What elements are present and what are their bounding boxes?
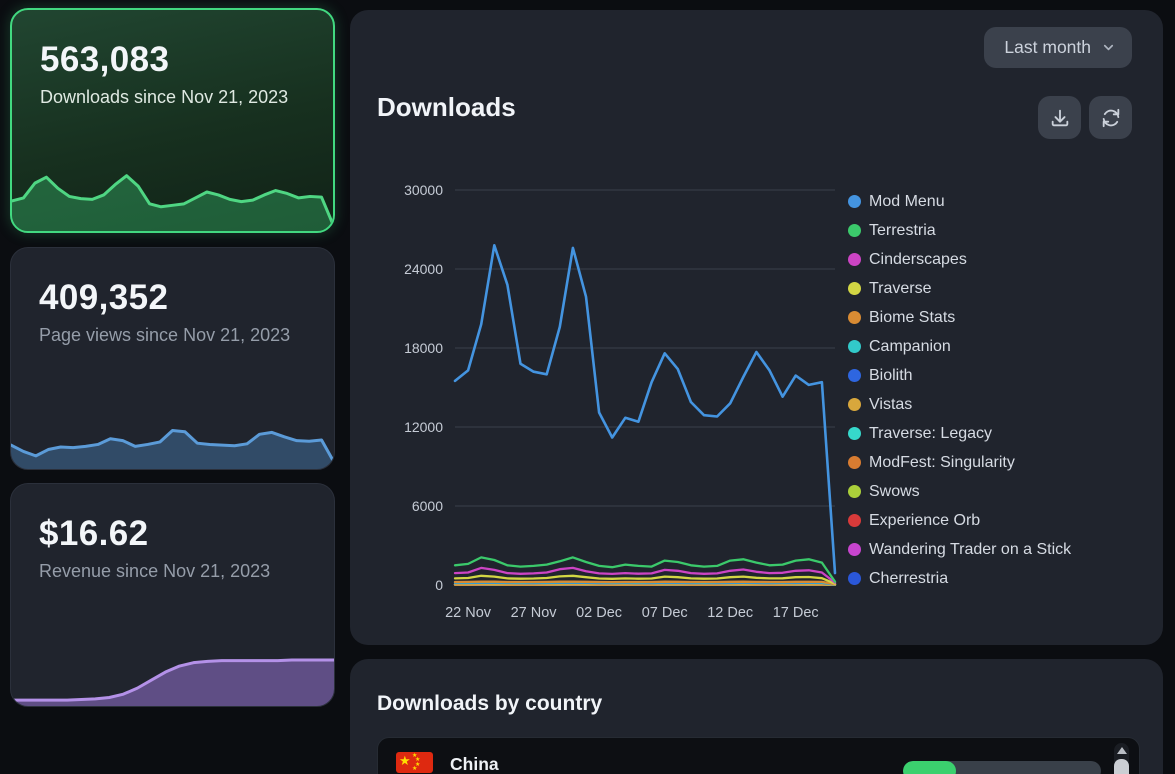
legend-dot — [848, 340, 861, 353]
svg-text:17 Dec: 17 Dec — [773, 605, 819, 621]
legend-label: Traverse: Legacy — [869, 425, 992, 443]
legend-dot — [848, 543, 861, 556]
svg-text:0: 0 — [435, 577, 443, 593]
legend-item-modfest-singularity[interactable]: ModFest: Singularity — [848, 448, 1071, 477]
panel-title-country: Downloads by country — [377, 692, 602, 716]
legend-label: Mod Menu — [869, 193, 945, 211]
scroll-up-button[interactable] — [1114, 743, 1129, 758]
revenue-sparkline — [11, 630, 334, 706]
revenue-total: $16.62 — [39, 514, 306, 554]
legend-dot — [848, 485, 861, 498]
analytics-dashboard: { "cards": [ { "value": "563,083", "labe… — [0, 0, 1175, 774]
legend-dot — [848, 282, 861, 295]
up-arrow-icon — [1117, 747, 1127, 754]
refresh-icon — [1100, 107, 1122, 129]
country-panel: Downloads by country ★ ★ ★ ★ ★ China — [350, 659, 1163, 774]
country-row-china: ★ ★ ★ ★ ★ China — [378, 738, 1139, 774]
svg-text:02 Dec: 02 Dec — [576, 605, 622, 621]
download-icon — [1049, 107, 1071, 129]
svg-text:12 Dec: 12 Dec — [707, 605, 753, 621]
legend-dot — [848, 514, 861, 527]
legend-item-vistas[interactable]: Vistas — [848, 390, 1071, 419]
pageviews-sparkline — [11, 397, 334, 469]
legend-dot — [848, 398, 861, 411]
svg-text:30000: 30000 — [404, 182, 443, 198]
legend-item-experience-orb[interactable]: Experience Orb — [848, 506, 1071, 535]
chart-legend: Mod Menu Terrestria Cinderscapes Traverse Bi… — [848, 187, 1071, 593]
legend-item-mod-menu[interactable]: Mod Menu — [848, 187, 1071, 216]
legend-dot — [848, 195, 861, 208]
svg-text:07 Dec: 07 Dec — [642, 605, 688, 621]
legend-item-swows[interactable]: Swows — [848, 477, 1071, 506]
legend-item-campanion[interactable]: Campanion — [848, 332, 1071, 361]
downloads-stat-card[interactable]: 563,083 Downloads since Nov 21, 2023 — [10, 8, 335, 233]
country-scrollbar[interactable] — [1114, 743, 1129, 774]
legend-label: Campanion — [869, 338, 951, 356]
legend-label: Cinderscapes — [869, 251, 967, 269]
legend-label: Experience Orb — [869, 512, 980, 530]
legend-label: Terrestria — [869, 222, 936, 240]
pageviews-caption: Page views since Nov 21, 2023 — [39, 324, 306, 348]
legend-dot — [848, 572, 861, 585]
panel-title-downloads: Downloads — [377, 92, 516, 123]
date-range-select[interactable]: Last month — [984, 27, 1132, 68]
country-list: ★ ★ ★ ★ ★ China — [377, 737, 1140, 774]
legend-dot — [848, 427, 861, 440]
legend-item-biome-stats[interactable]: Biome Stats — [848, 303, 1071, 332]
legend-dot — [848, 456, 861, 469]
legend-label: ModFest: Singularity — [869, 454, 1015, 472]
legend-item-traverse[interactable]: Traverse — [848, 274, 1071, 303]
legend-item-wandering-trader-on-a-stick[interactable]: Wandering Trader on a Stick — [848, 535, 1071, 564]
legend-label: Cherrestria — [869, 570, 948, 588]
legend-label: Wandering Trader on a Stick — [869, 541, 1071, 559]
chevron-down-icon — [1101, 40, 1116, 55]
country-progress-fill — [903, 761, 956, 774]
pageviews-stat-card[interactable]: 409,352 Page views since Nov 21, 2023 — [10, 247, 335, 470]
legend-dot — [848, 224, 861, 237]
downloads-sparkline — [12, 147, 333, 231]
revenue-caption: Revenue since Nov 21, 2023 — [39, 560, 306, 584]
scrollbar-thumb[interactable] — [1114, 759, 1129, 774]
legend-label: Biolith — [869, 367, 913, 385]
downloads-chart: 0 6000 12000 18000 24000 30000 22 Nov 27 Nov 02 … — [390, 160, 850, 630]
legend-item-cherrestria[interactable]: Cherrestria — [848, 564, 1071, 593]
svg-text:12000: 12000 — [404, 419, 443, 435]
legend-label: Traverse — [869, 280, 932, 298]
svg-text:24000: 24000 — [404, 261, 443, 277]
legend-item-cinderscapes[interactable]: Cinderscapes — [848, 245, 1071, 274]
legend-label: Biome Stats — [869, 309, 955, 327]
export-button[interactable] — [1038, 96, 1081, 139]
downloads-panel: Last month Downloads 0 6000 12000 18000 2400… — [350, 10, 1163, 645]
pageviews-total: 409,352 — [39, 278, 306, 318]
china-flag-icon: ★ ★ ★ ★ ★ — [396, 752, 433, 773]
country-progress-track — [903, 761, 1101, 774]
legend-dot — [848, 311, 861, 324]
revenue-stat-card[interactable]: $16.62 Revenue since Nov 21, 2023 — [10, 483, 335, 707]
legend-item-terrestria[interactable]: Terrestria — [848, 216, 1071, 245]
country-name: China — [450, 754, 499, 774]
downloads-total: 563,083 — [40, 40, 305, 80]
legend-dot — [848, 253, 861, 266]
svg-text:6000: 6000 — [412, 498, 443, 514]
svg-text:22 Nov: 22 Nov — [445, 605, 492, 621]
svg-text:18000: 18000 — [404, 340, 443, 356]
legend-label: Vistas — [869, 396, 912, 414]
legend-label: Swows — [869, 483, 920, 501]
legend-item-traverse-legacy[interactable]: Traverse: Legacy — [848, 419, 1071, 448]
legend-dot — [848, 369, 861, 382]
svg-text:27 Nov: 27 Nov — [511, 605, 558, 621]
downloads-caption: Downloads since Nov 21, 2023 — [40, 86, 305, 110]
date-range-label: Last month — [1004, 37, 1091, 58]
legend-item-biolith[interactable]: Biolith — [848, 361, 1071, 390]
refresh-button[interactable] — [1089, 96, 1132, 139]
